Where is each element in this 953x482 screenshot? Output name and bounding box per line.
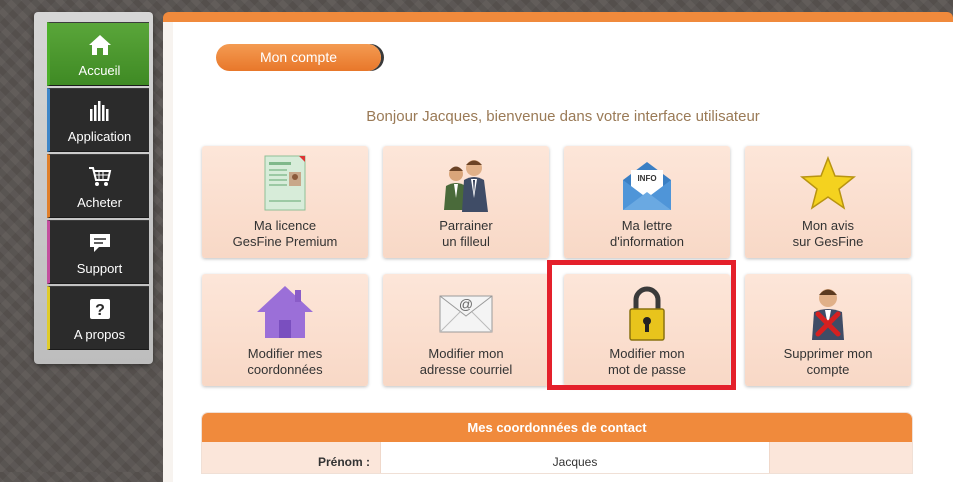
tile-label: d'information xyxy=(609,234,685,249)
contact-card-title: Mes coordonnées de contact xyxy=(202,413,912,442)
tile-label: Mon avis xyxy=(801,218,855,233)
tile-label: Ma lettre xyxy=(621,218,673,233)
welcome-message: Bonjour Jacques, bienvenue dans votre in… xyxy=(366,108,760,125)
svg-text:INFO: INFO xyxy=(637,174,656,183)
newsletter-envelope-icon: INFO xyxy=(564,154,730,214)
contact-row-prenom: Prénom : Jacques xyxy=(202,442,912,473)
tile-label: Supprimer mon xyxy=(783,346,873,361)
tab-mon-compte[interactable]: Mon compte xyxy=(216,44,381,71)
tile-label: un filleul xyxy=(442,234,490,249)
tile-label: mot de passe xyxy=(607,362,687,377)
tile-modifier-mot-de-passe[interactable]: Modifier mon mot de passe xyxy=(564,274,730,386)
delete-user-icon xyxy=(745,282,911,342)
email-envelope-icon: @ xyxy=(383,282,549,342)
tile-ma-licence[interactable]: Ma licence GesFine Premium xyxy=(202,146,368,258)
contact-value: Jacques xyxy=(380,442,770,473)
tile-label: Modifier mes xyxy=(247,346,323,361)
sidebar: Accueil Application Acheter Support ? A … xyxy=(34,12,153,364)
contact-label: Prénom : xyxy=(317,455,370,469)
sponsor-people-icon xyxy=(383,154,549,214)
tile-label: adresse courriel xyxy=(419,362,513,377)
svg-text:@: @ xyxy=(459,296,473,312)
tile-ma-lettre[interactable]: INFO Ma lettre d'information xyxy=(564,146,730,258)
tile-label: Modifier mon xyxy=(428,346,504,361)
sidebar-item-accueil[interactable]: Accueil xyxy=(47,22,149,86)
question-icon: ? xyxy=(50,297,149,325)
home-icon xyxy=(50,33,149,61)
sidebar-item-acheter[interactable]: Acheter xyxy=(47,154,149,218)
tile-label: Modifier mon xyxy=(609,346,685,361)
tile-parrainer[interactable]: Parrainer un filleul xyxy=(383,146,549,258)
sidebar-item-label: Application xyxy=(67,129,132,144)
sidebar-item-label: Support xyxy=(76,261,123,276)
tile-label: coordonnées xyxy=(247,362,323,377)
tile-label: compte xyxy=(806,362,850,377)
tile-modifier-courriel[interactable]: @ Modifier mon adresse courriel xyxy=(383,274,549,386)
sidebar-item-application[interactable]: Application xyxy=(47,88,149,152)
tile-label: GesFine Premium xyxy=(232,234,338,249)
tile-supprimer-compte[interactable]: Supprimer mon compte xyxy=(745,274,911,386)
bars-icon xyxy=(50,99,149,127)
tile-modifier-coordonnees[interactable]: Modifier mes coordonnées xyxy=(202,274,368,386)
sidebar-item-a-propos[interactable]: ? A propos xyxy=(47,286,149,350)
cart-icon xyxy=(50,165,149,193)
sidebar-item-label: Accueil xyxy=(78,63,121,78)
tile-label: Ma licence xyxy=(253,218,317,233)
sidebar-item-label: A propos xyxy=(73,327,126,342)
chat-icon xyxy=(50,231,149,259)
sidebar-item-support[interactable]: Support xyxy=(47,220,149,284)
svg-text:?: ? xyxy=(95,302,105,319)
tile-mon-avis[interactable]: Mon avis sur GesFine xyxy=(745,146,911,258)
house-icon xyxy=(202,282,368,342)
padlock-icon xyxy=(564,282,730,342)
star-icon xyxy=(745,154,911,214)
tile-label: Parrainer xyxy=(439,218,493,233)
tile-label: sur GesFine xyxy=(792,234,864,249)
contact-card: Mes coordonnées de contact Prénom : Jacq… xyxy=(202,413,912,473)
sidebar-item-label: Acheter xyxy=(77,195,122,210)
license-certificate-icon xyxy=(202,154,368,214)
